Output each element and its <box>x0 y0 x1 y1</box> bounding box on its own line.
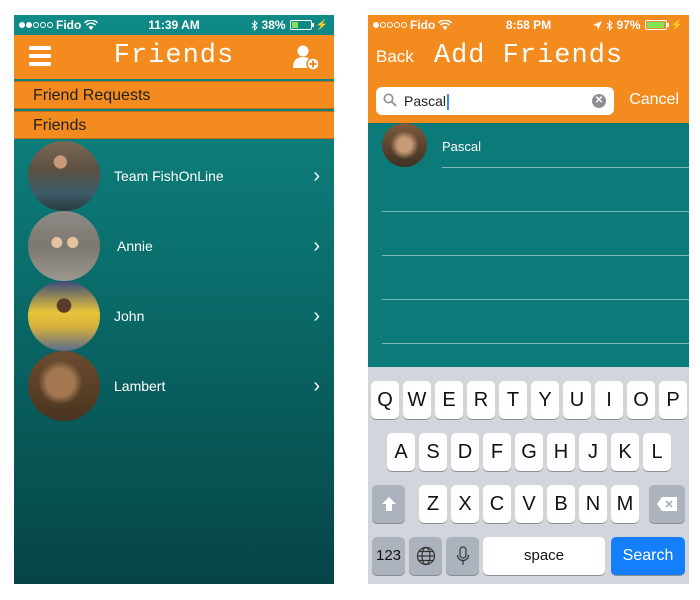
keyboard: 123 space Search QWERTYUIOP ASDFGHJKL ZXCV… <box>368 367 689 584</box>
backspace-icon <box>657 497 677 511</box>
key-u[interactable]: U <box>563 381 591 419</box>
key-c[interactable]: C <box>483 485 511 523</box>
microphone-icon <box>456 546 469 565</box>
avatar <box>28 281 100 351</box>
chevron-right-icon: › <box>313 164 320 187</box>
globe-icon <box>416 546 435 566</box>
divider <box>382 211 689 212</box>
friend-name: Annie <box>117 238 153 254</box>
key-m[interactable]: M <box>611 485 639 523</box>
numbers-key[interactable]: 123 <box>372 537 405 575</box>
globe-key[interactable] <box>409 537 442 575</box>
add-user-icon[interactable] <box>292 43 320 71</box>
key-v[interactable]: V <box>515 485 543 523</box>
cancel-button[interactable]: Cancel <box>629 91 679 109</box>
battery-icon <box>644 20 669 30</box>
chevron-right-icon: › <box>313 234 320 257</box>
chevron-right-icon: › <box>313 374 320 397</box>
friend-row-lambert[interactable]: Lambert › <box>14 351 334 421</box>
battery-percent: 38% <box>261 18 286 32</box>
bluetooth-icon <box>251 19 258 31</box>
avatar <box>382 123 427 167</box>
friend-name: Team FishOnLine <box>114 168 224 184</box>
divider <box>382 255 689 256</box>
delete-key[interactable] <box>649 485 685 523</box>
location-arrow-icon <box>592 20 602 30</box>
battery-icon <box>289 20 314 30</box>
shift-icon <box>381 497 396 511</box>
key-y[interactable]: Y <box>531 381 559 419</box>
avatar <box>28 141 100 211</box>
search-icon <box>383 93 397 107</box>
page-title: Add Friends <box>433 41 624 71</box>
key-r[interactable]: R <box>467 381 495 419</box>
key-q[interactable]: Q <box>371 381 399 419</box>
key-j[interactable]: J <box>579 433 607 471</box>
friends-header: Friends <box>14 111 334 139</box>
shift-key[interactable] <box>372 485 405 523</box>
nav-bar: Friends <box>14 35 334 79</box>
key-k[interactable]: K <box>611 433 639 471</box>
add-friends-screen: Fido 8:58 PM 97% ⚡ Back Add Friends Pasc… <box>368 15 689 584</box>
search-bar: Pascal ✕ Cancel <box>368 79 689 123</box>
friends-screen: Fido 11:39 AM 38% ⚡ Friends Friend Reque… <box>14 15 334 584</box>
friend-requests-header[interactable]: Friend Requests <box>14 81 334 109</box>
key-s[interactable]: S <box>419 433 447 471</box>
key-w[interactable]: W <box>403 381 431 419</box>
search-value: Pascal <box>404 93 450 111</box>
key-f[interactable]: F <box>483 433 511 471</box>
text-caret <box>447 94 450 111</box>
key-t[interactable]: T <box>499 381 527 419</box>
space-key[interactable]: space <box>483 537 605 575</box>
result-name: Pascal <box>442 139 482 154</box>
friend-row-john[interactable]: John › <box>14 281 334 351</box>
dictation-key[interactable] <box>446 537 479 575</box>
avatar <box>28 351 100 421</box>
divider <box>382 343 689 344</box>
clear-icon[interactable]: ✕ <box>592 94 606 108</box>
friend-name: Lambert <box>114 378 166 394</box>
status-bar: Fido 11:39 AM 38% ⚡ <box>14 15 334 35</box>
avatar <box>28 211 100 281</box>
status-bar: Fido 8:58 PM 97% ⚡ <box>368 15 689 35</box>
bluetooth-icon <box>606 19 613 31</box>
key-a[interactable]: A <box>387 433 415 471</box>
key-o[interactable]: O <box>627 381 655 419</box>
charging-icon: ⚡ <box>670 19 683 31</box>
charging-icon: ⚡ <box>315 19 328 31</box>
key-d[interactable]: D <box>451 433 479 471</box>
search-input[interactable]: Pascal ✕ <box>376 87 614 115</box>
key-i[interactable]: I <box>595 381 623 419</box>
battery-percent: 97% <box>616 18 641 32</box>
key-l[interactable]: L <box>643 433 671 471</box>
search-key[interactable]: Search <box>611 537 685 575</box>
key-g[interactable]: G <box>515 433 543 471</box>
friend-row-annie[interactable]: Annie › <box>14 211 334 281</box>
nav-bar: Back Add Friends <box>368 35 689 79</box>
key-x[interactable]: X <box>451 485 479 523</box>
page-title: Friends <box>113 41 235 71</box>
key-h[interactable]: H <box>547 433 575 471</box>
key-p[interactable]: P <box>659 381 687 419</box>
friend-name: John <box>114 308 145 324</box>
key-e[interactable]: E <box>435 381 463 419</box>
divider <box>382 299 689 300</box>
divider <box>442 167 689 168</box>
chevron-right-icon: › <box>313 304 320 327</box>
key-b[interactable]: B <box>547 485 575 523</box>
key-n[interactable]: N <box>579 485 607 523</box>
friend-row-team-fishonline[interactable]: Team FishOnLine › <box>14 141 334 211</box>
key-z[interactable]: Z <box>419 485 447 523</box>
